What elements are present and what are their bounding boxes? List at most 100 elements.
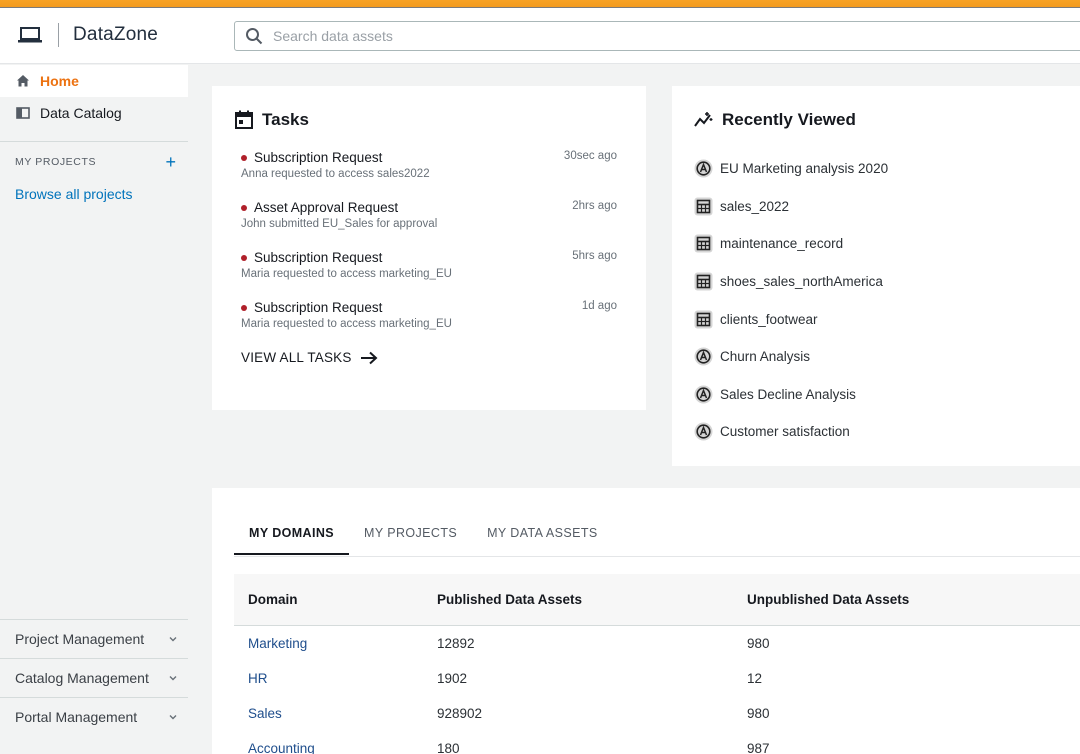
unread-dot <box>241 204 247 211</box>
recent-item[interactable]: Sales Decline Analysis <box>694 376 1074 414</box>
task-description: Maria requested to access marketing_EU <box>241 318 452 330</box>
unpublished-count: 12 <box>747 671 763 686</box>
recent-item[interactable]: sales_2022 <box>694 188 1074 226</box>
task-time: 2hrs ago <box>572 200 617 212</box>
recent-item-label: clients_footwear <box>720 311 818 327</box>
activity-icon <box>694 112 713 127</box>
domain-link[interactable]: Marketing <box>234 636 437 651</box>
recent-item-label: maintenance_record <box>720 236 844 252</box>
laptop-icon <box>18 27 42 43</box>
task-time: 1d ago <box>581 300 617 312</box>
tab-my-data-assets[interactable]: MY DATA ASSETS <box>472 518 613 555</box>
analysis-icon <box>694 422 713 441</box>
recently-viewed-list: EU Marketing analysis 2020 sales_2022 ma… <box>694 150 1074 451</box>
task-description: John submitted EU_Sales for approval <box>241 218 438 230</box>
view-all-tasks-link[interactable]: VIEW ALL TASKS <box>241 350 378 365</box>
recent-item[interactable]: maintenance_record <box>694 225 1074 263</box>
domain-link[interactable]: HR <box>234 671 437 686</box>
domains-table: Domain Published Data Assets Unpublished… <box>234 574 1080 754</box>
table-row: HR 1902 12 <box>234 661 1080 696</box>
analysis-icon <box>694 159 713 178</box>
sidebar-item-label: Home <box>40 73 79 89</box>
recent-item[interactable]: shoes_sales_northAmerica <box>694 263 1074 301</box>
table-icon <box>694 272 713 291</box>
published-count: 12892 <box>437 636 475 651</box>
calendar-icon <box>235 110 253 129</box>
unread-dot <box>241 154 247 161</box>
domains-card: MY DOMAINS MY PROJECTS MY DATA ASSETS Do… <box>212 488 1080 754</box>
view-all-tasks-label: VIEW ALL TASKS <box>241 350 352 365</box>
tasks-title: Tasks <box>234 110 309 130</box>
chevron-down-icon <box>169 715 177 720</box>
tab-my-projects[interactable]: MY PROJECTS <box>349 518 472 555</box>
chevron-down-icon <box>169 676 177 681</box>
task-item[interactable]: Subscription Request Maria requested to … <box>241 250 621 300</box>
sidebar-item-label: Portal Management <box>15 709 138 725</box>
sidebar-item-catalog-management[interactable]: Catalog Management <box>0 658 188 697</box>
my-projects-header: MY PROJECTS + <box>0 152 188 172</box>
unread-dot <box>241 254 247 261</box>
task-item[interactable]: Subscription Request Anna requested to a… <box>241 150 621 200</box>
sidebar-item-label: Catalog Management <box>15 670 149 686</box>
brand[interactable]: DataZone <box>18 22 158 48</box>
tasks-title-text: Tasks <box>262 110 309 129</box>
sidebar-item-project-management[interactable]: Project Management <box>0 619 188 658</box>
published-count: 1902 <box>437 671 468 686</box>
published-count: 180 <box>437 741 460 754</box>
recent-item[interactable]: clients_footwear <box>694 300 1074 338</box>
search-icon <box>246 28 263 45</box>
recently-viewed-card: Recently Viewed EU Marketing analysis 20… <box>672 86 1080 466</box>
domain-link[interactable]: Sales <box>234 706 437 721</box>
sidebar: Home Data Catalog MY PROJECTS + Browse a… <box>0 65 188 754</box>
unread-dot <box>241 304 247 311</box>
add-project-icon[interactable]: + <box>165 153 176 171</box>
table-header: Domain Published Data Assets Unpublished… <box>234 574 1080 626</box>
search-input[interactable] <box>273 28 873 44</box>
recent-item[interactable]: Churn Analysis <box>694 338 1074 376</box>
column-header-unpublished[interactable]: Unpublished Data Assets <box>747 592 1080 607</box>
my-projects-label: MY PROJECTS <box>15 156 97 168</box>
analysis-icon <box>694 347 713 366</box>
search-box[interactable] <box>234 21 1080 51</box>
recently-viewed-title: Recently Viewed <box>694 110 856 130</box>
recent-item-label: shoes_sales_northAmerica <box>720 274 883 290</box>
home-icon <box>17 75 29 87</box>
task-title: Subscription Request <box>254 250 383 265</box>
sidebar-item-data-catalog[interactable]: Data Catalog <box>0 97 188 129</box>
recent-item-label: EU Marketing analysis 2020 <box>720 161 889 177</box>
task-item[interactable]: Subscription Request Maria requested to … <box>241 300 621 350</box>
column-header-domain[interactable]: Domain <box>234 592 437 607</box>
domains-tabs: MY DOMAINS MY PROJECTS MY DATA ASSETS <box>234 518 613 555</box>
table-row: Marketing 12892 980 <box>234 626 1080 661</box>
sidebar-divider <box>0 141 188 142</box>
browse-all-projects-link[interactable]: Browse all projects <box>0 186 188 202</box>
task-title: Subscription Request <box>254 300 383 315</box>
catalog-icon <box>16 107 30 119</box>
sidebar-item-portal-management[interactable]: Portal Management <box>0 697 188 736</box>
task-description: Maria requested to access marketing_EU <box>241 268 452 280</box>
top-accent-bar <box>0 0 1080 8</box>
task-title: Subscription Request <box>254 150 383 165</box>
unpublished-count: 980 <box>747 636 770 651</box>
sidebar-bottom-nav: Project Management Catalog Management Po… <box>0 619 188 736</box>
top-header: DataZone <box>0 8 1080 64</box>
column-header-published[interactable]: Published Data Assets <box>437 592 747 607</box>
sidebar-item-home[interactable]: Home <box>0 65 188 97</box>
published-count: 928902 <box>437 706 483 721</box>
recent-item[interactable]: EU Marketing analysis 2020 <box>694 150 1074 188</box>
task-time: 5hrs ago <box>572 250 617 262</box>
recent-item-label: sales_2022 <box>720 198 790 214</box>
sidebar-item-label: Data Catalog <box>40 105 122 121</box>
unpublished-count: 980 <box>747 706 770 721</box>
unpublished-count: 987 <box>747 741 770 754</box>
recent-item[interactable]: Customer satisfaction <box>694 413 1074 451</box>
domain-link[interactable]: Accounting <box>234 741 437 754</box>
chevron-down-icon <box>169 637 177 642</box>
arrow-right-icon <box>360 351 378 364</box>
tab-my-domains[interactable]: MY DOMAINS <box>234 518 350 555</box>
task-time: 30sec ago <box>563 150 617 162</box>
recently-viewed-title-text: Recently Viewed <box>722 110 856 129</box>
sidebar-item-label: Project Management <box>15 631 145 647</box>
task-item[interactable]: Asset Approval Request John submitted EU… <box>241 200 621 250</box>
table-row: Accounting 180 987 <box>234 731 1080 754</box>
